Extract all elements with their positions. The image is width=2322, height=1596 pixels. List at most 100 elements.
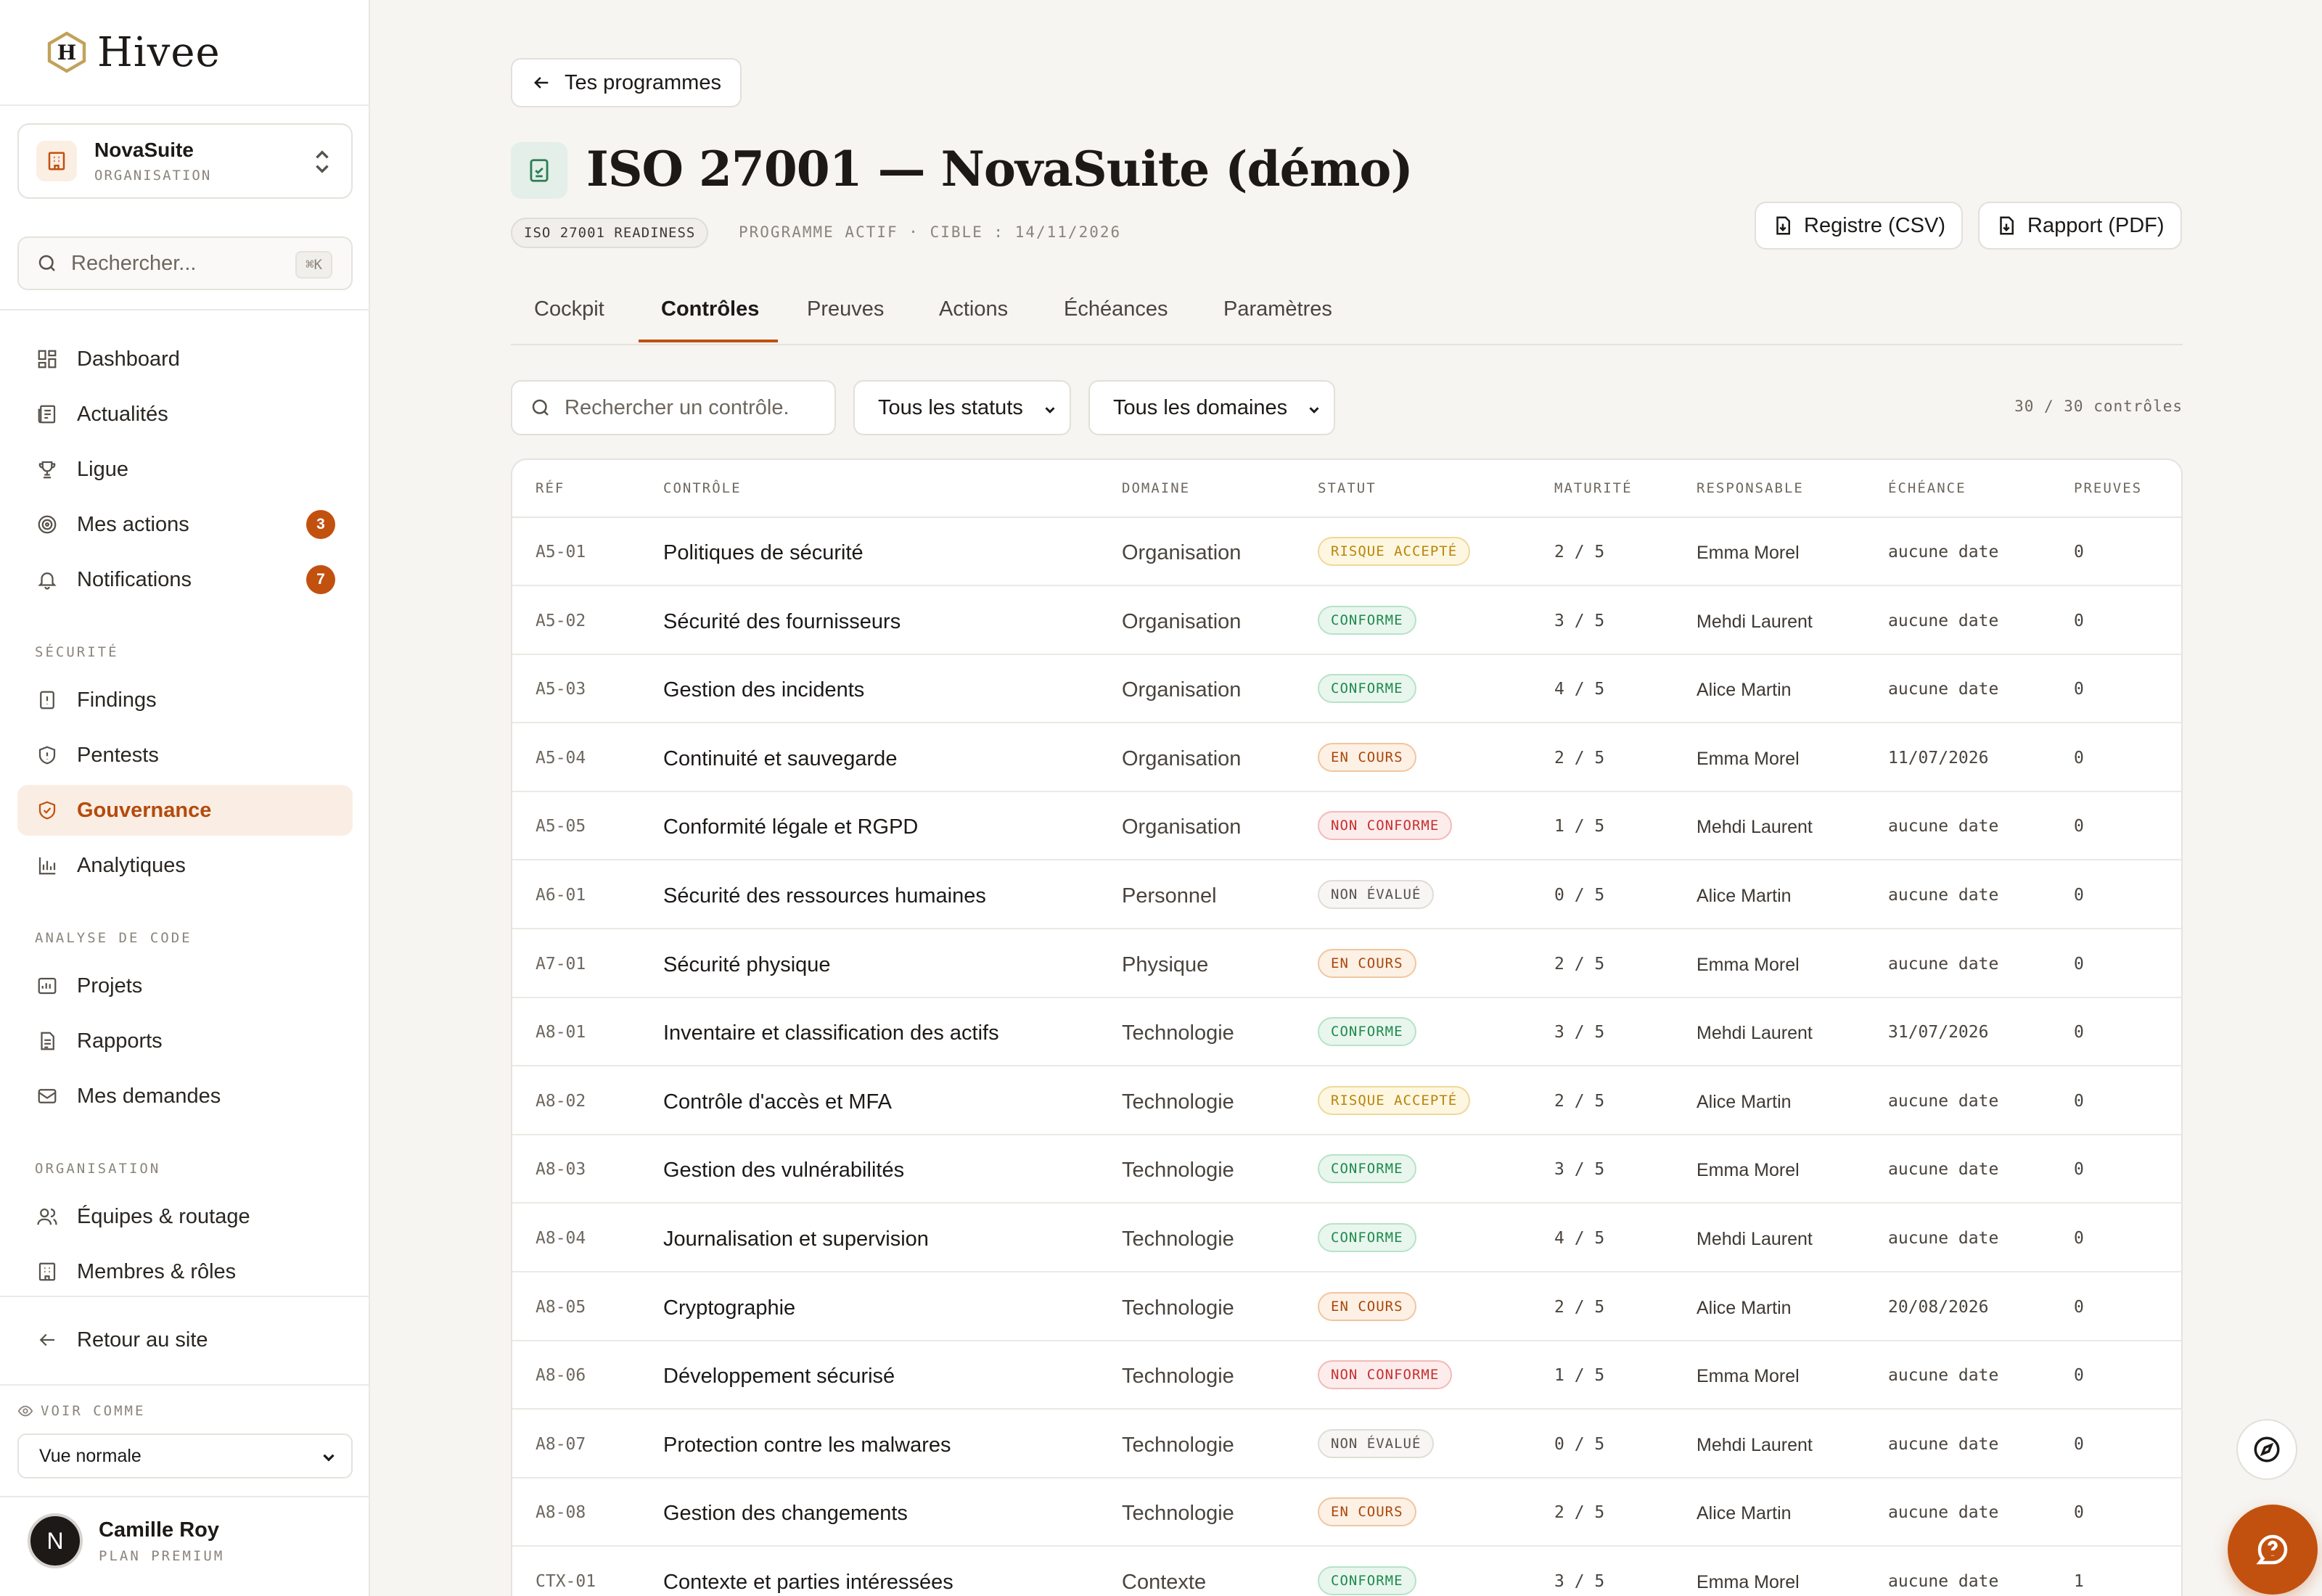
table-row[interactable]: A8-08 Gestion des changements Technologie E… — [512, 1478, 2181, 1547]
status-badge: EN COURS — [1318, 1291, 1416, 1321]
control-maturity: 1 / 5 — [1554, 1366, 1605, 1386]
dashboard-icon — [35, 347, 60, 371]
table-row[interactable]: A8-05 Cryptographie Technologie EN COURS 2 /… — [512, 1273, 2181, 1341]
control-name: Journalisation et supervision — [663, 1227, 929, 1251]
status-badge: RISQUE ACCEPTÉ — [1318, 537, 1471, 566]
table-row[interactable]: A5-01 Politiques de sécurité Organisation R… — [512, 518, 2181, 586]
control-due-date: aucune date — [1888, 1434, 1999, 1454]
program-meta: PROGRAMME ACTIF · CIBLE : 14/11/2026 — [739, 223, 1122, 241]
column-header[interactable]: DOMAINE — [1122, 480, 1190, 496]
control-ref: A5-04 — [536, 748, 586, 768]
control-search-input[interactable]: Rechercher un contrôle. — [511, 380, 836, 435]
org-switcher[interactable]: NovaSuite ORGANISATION — [17, 123, 353, 199]
control-domain: Technologie — [1122, 1365, 1234, 1389]
nav-label: Équipes & routage — [77, 1204, 250, 1228]
tab-cockpit[interactable]: Cockpit — [534, 297, 604, 321]
nav-item-mes-demandes[interactable]: Mes demandes — [17, 1071, 353, 1122]
control-maturity: 1 / 5 — [1554, 817, 1605, 836]
sidebar: H Hivee NovaSuite ORGANISATION Recherche… — [0, 0, 370, 1596]
tab-controles[interactable]: Contrôles — [661, 297, 759, 321]
control-owner: Alice Martin — [1697, 886, 1792, 906]
control-due-date: 20/08/2026 — [1888, 1297, 1989, 1317]
control-maturity: 4 / 5 — [1554, 680, 1605, 699]
bar-chart-icon — [35, 853, 60, 878]
table-row[interactable]: A5-05 Conformité légale et RGPD Organisati… — [512, 792, 2181, 861]
nav-item-pentests[interactable]: Pentests — [17, 730, 353, 781]
nav-item-gouvernance[interactable]: Gouvernance — [17, 785, 353, 836]
control-due-date: aucune date — [1888, 1366, 1999, 1386]
tab-actions[interactable]: Actions — [939, 297, 1008, 321]
nav-item-mes-actions[interactable]: Mes actions 3 — [17, 499, 353, 550]
control-ref: A5-02 — [536, 611, 586, 630]
column-header[interactable]: MATURITÉ — [1554, 480, 1633, 496]
column-header[interactable]: RESPONSABLE — [1697, 480, 1804, 496]
status-cell: EN COURS — [1318, 1497, 1416, 1527]
tab-parametres[interactable]: Paramètres — [1223, 297, 1332, 321]
nav-item-findings[interactable]: Findings — [17, 675, 353, 725]
tab-preuves[interactable]: Preuves — [807, 297, 884, 321]
control-due-date: aucune date — [1888, 1572, 1999, 1591]
status-cell: CONFORME — [1318, 1017, 1416, 1047]
inbox-icon — [35, 1084, 60, 1108]
nav-item-dashboard[interactable]: Dashboard — [17, 334, 353, 384]
status-filter-select[interactable]: Tous les statuts — [853, 380, 1071, 435]
control-owner: Emma Morel — [1697, 1160, 1800, 1181]
control-owner: Alice Martin — [1697, 1297, 1792, 1318]
count-badge: 7 — [306, 565, 335, 594]
tab-echeances[interactable]: Échéances — [1064, 297, 1168, 321]
export-pdf-button[interactable]: Rapport (PDF) — [1978, 202, 2182, 250]
back-to-site-link[interactable]: Retour au site — [17, 1315, 353, 1365]
control-maturity: 3 / 5 — [1554, 1160, 1605, 1180]
guided-tour-button[interactable] — [2236, 1419, 2297, 1480]
document-icon — [35, 1029, 60, 1053]
table-row[interactable]: A5-02 Sécurité des fournisseurs Organisati… — [512, 587, 2181, 655]
nav-item-notifications[interactable]: Notifications 7 — [17, 554, 353, 605]
domain-filter-select[interactable]: Tous les domaines — [1088, 380, 1335, 435]
back-to-programs-button[interactable]: Tes programmes — [511, 58, 742, 107]
user-profile[interactable]: N Camille Roy PLAN PREMIUM — [28, 1513, 224, 1568]
export-csv-button[interactable]: Registre (CSV) — [1755, 202, 1963, 250]
control-ref: A8-05 — [536, 1297, 586, 1317]
sidebar-search[interactable]: Rechercher... ⌘K — [17, 236, 353, 290]
shield-check-icon — [35, 798, 60, 823]
help-chat-button[interactable] — [2228, 1505, 2318, 1595]
column-header[interactable]: PREUVES — [2074, 480, 2142, 496]
table-row[interactable]: A8-07 Protection contre les malwares Techn… — [512, 1410, 2181, 1478]
brand-logo[interactable]: H Hivee — [46, 29, 221, 76]
nav-item-ligue[interactable]: Ligue — [17, 444, 353, 495]
nav-item-equipes[interactable]: Équipes & routage — [17, 1191, 353, 1242]
table-row[interactable]: A5-04 Continuité et sauvegarde Organisatio… — [512, 724, 2181, 792]
column-header[interactable]: ÉCHÉANCE — [1888, 480, 1966, 496]
chevron-down-icon — [323, 1454, 335, 1462]
column-header[interactable]: STATUT — [1318, 480, 1377, 496]
nav-item-membres[interactable]: Membres & rôles — [17, 1246, 353, 1297]
status-badge: NON ÉVALUÉ — [1318, 880, 1435, 909]
nav-label: Analytiques — [77, 853, 186, 877]
nav-item-projets[interactable]: Projets — [17, 961, 353, 1011]
table-row[interactable]: A8-02 Contrôle d'accès et MFA Technologie R… — [512, 1067, 2181, 1135]
nav-item-rapports[interactable]: Rapports — [17, 1016, 353, 1066]
column-header[interactable]: RÉF — [536, 480, 565, 496]
control-owner: Alice Martin — [1697, 680, 1792, 701]
results-count: 30 / 30 contrôles — [2014, 398, 2183, 415]
table-row[interactable]: A8-04 Journalisation et supervision Techno… — [512, 1204, 2181, 1272]
table-row[interactable]: A6-01 Sécurité des ressources humaines Per… — [512, 861, 2181, 929]
control-due-date: aucune date — [1888, 1091, 1999, 1111]
control-domain: Organisation — [1122, 815, 1242, 839]
table-row[interactable]: CTX-01 Contexte et parties intéressées Con… — [512, 1547, 2181, 1596]
table-row[interactable]: A8-03 Gestion des vulnérabilités Technolog… — [512, 1135, 2181, 1204]
control-domain: Technologie — [1122, 1090, 1234, 1114]
table-row[interactable]: A5-03 Gestion des incidents Organisation CO… — [512, 655, 2181, 724]
export-pdf-label: Rapport (PDF) — [2027, 213, 2165, 237]
table-row[interactable]: A7-01 Sécurité physique Physique EN COURS 2 … — [512, 930, 2181, 998]
control-due-date: aucune date — [1888, 543, 1999, 562]
control-ref: A8-06 — [536, 1366, 586, 1386]
column-header[interactable]: CONTRÔLE — [663, 480, 742, 496]
view-as-select[interactable]: Vue normale — [17, 1433, 353, 1478]
table-row[interactable]: A8-01 Inventaire et classification des ac… — [512, 998, 2181, 1067]
nav-item-analytiques[interactable]: Analytiques — [17, 840, 353, 891]
table-row[interactable]: A8-06 Développement sécurisé Technologie NO… — [512, 1341, 2181, 1410]
nav-item-actualites[interactable]: Actualités — [17, 389, 353, 440]
status-badge: CONFORME — [1318, 674, 1416, 704]
control-proofs-count: 0 — [2074, 817, 2084, 836]
